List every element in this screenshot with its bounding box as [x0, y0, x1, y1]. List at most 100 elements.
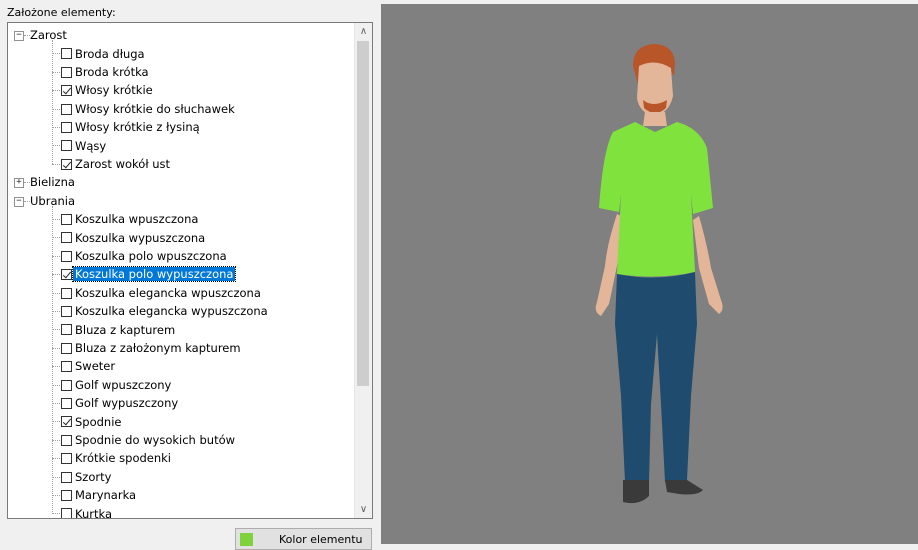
- avatar-neck: [643, 112, 667, 126]
- scrollbar-thumb[interactable]: [357, 41, 369, 386]
- tree-item-label: Włosy krótkie do słuchawek: [75, 101, 235, 116]
- tree-item[interactable]: Marynarka: [8, 486, 357, 505]
- tree-connector: [52, 219, 60, 220]
- tree-item-label: Spodnie: [75, 414, 122, 429]
- item-checkbox[interactable]: [61, 214, 72, 225]
- tree-connector: [52, 329, 60, 331]
- tree-item[interactable]: Bluza z kapturem: [8, 320, 357, 339]
- item-checkbox[interactable]: [61, 306, 72, 317]
- tree-item[interactable]: Włosy krótkie z łysiną: [8, 118, 357, 137]
- item-checkbox[interactable]: [61, 140, 72, 152]
- tree-item[interactable]: Koszulka polo wypuszczona: [8, 265, 357, 284]
- tree-category[interactable]: − Ubrania: [8, 192, 357, 211]
- tree-item[interactable]: Włosy krótkie: [8, 81, 357, 100]
- tree-connector: [52, 384, 60, 386]
- item-checkbox[interactable]: [61, 85, 72, 97]
- vertical-scrollbar[interactable]: ∧ ∨: [354, 23, 372, 518]
- tree-item[interactable]: Włosy krótkie do słuchawek: [8, 100, 357, 119]
- item-checkbox[interactable]: [61, 453, 72, 465]
- item-checkbox[interactable]: [61, 103, 72, 115]
- avatar-right-shoe: [665, 480, 703, 495]
- item-checkbox[interactable]: [61, 490, 72, 501]
- item-checkbox[interactable]: [61, 398, 72, 409]
- tree-item[interactable]: Golf wpuszczony: [8, 376, 357, 395]
- item-checkbox[interactable]: [61, 342, 72, 354]
- plus-box-icon[interactable]: +: [14, 178, 24, 189]
- item-checkbox[interactable]: [61, 66, 72, 78]
- item-checkbox[interactable]: [61, 508, 72, 518]
- item-checkbox[interactable]: [61, 250, 72, 262]
- tree-item[interactable]: Szorty: [8, 468, 357, 487]
- tree-connector: [52, 366, 60, 368]
- tree-category[interactable]: − Zarost: [8, 26, 357, 45]
- tree-item-label: Koszulka elegancka wypuszczona: [75, 304, 268, 319]
- tree-item-label: Koszulka polo wpuszczona: [75, 249, 227, 264]
- tree-item-label: Szorty: [75, 469, 112, 484]
- tree-item-label: Krótkie spodenki: [75, 451, 171, 466]
- tree-item-label: Bluza z kapturem: [75, 322, 176, 337]
- item-checkbox[interactable]: [61, 416, 72, 428]
- tree-connector: [52, 90, 60, 92]
- item-checkbox[interactable]: [61, 269, 72, 281]
- item-checkbox[interactable]: [61, 324, 72, 336]
- item-checkbox[interactable]: [61, 158, 72, 170]
- item-checkbox[interactable]: [61, 361, 72, 373]
- scroll-down-icon[interactable]: ∨: [355, 501, 372, 518]
- avatar-right-arm: [693, 216, 723, 314]
- item-checkbox[interactable]: [61, 287, 72, 299]
- tree-item[interactable]: Spodnie: [8, 412, 357, 431]
- tree-category-label: Bielizna: [30, 175, 75, 190]
- tree-connector: [52, 71, 60, 73]
- item-checkbox[interactable]: [61, 434, 72, 446]
- tree-item-label: Golf wypuszczony: [75, 396, 179, 411]
- elements-tree-view[interactable]: − Zarost Broda długa Broda krótka Włosy krót…: [7, 22, 373, 519]
- tree-connector: [52, 495, 60, 496]
- tree-connector: [52, 513, 60, 515]
- tree-item[interactable]: Krótkie spodenki: [8, 449, 357, 468]
- tree-connector: [52, 274, 60, 276]
- tree-item-label: Golf wpuszczony: [75, 377, 172, 392]
- tree-item[interactable]: Koszulka wpuszczona: [8, 210, 357, 229]
- tree-item[interactable]: Spodnie do wysokich butów: [8, 431, 357, 450]
- minus-box-icon[interactable]: −: [14, 31, 24, 41]
- 3d-viewport[interactable]: [381, 4, 918, 544]
- elements-panel-label: Założone elementy:: [7, 6, 116, 19]
- tree-connector: [52, 145, 60, 147]
- tree-category[interactable]: + Bielizna: [8, 173, 357, 192]
- item-checkbox[interactable]: [61, 471, 72, 483]
- tree-connector: [52, 237, 60, 239]
- item-checkbox[interactable]: [61, 232, 72, 244]
- tree-connector: [52, 403, 60, 404]
- tree-item-label: Kurtka: [75, 506, 112, 518]
- tree-item-label: Koszulka elegancka wpuszczona: [75, 285, 261, 300]
- tree-item-label: Spodnie do wysokich butów: [75, 433, 236, 448]
- item-checkbox[interactable]: [61, 379, 72, 391]
- tree-item[interactable]: Sweter: [8, 357, 357, 376]
- tree-item[interactable]: Wąsy: [8, 136, 357, 155]
- item-checkbox[interactable]: [61, 48, 72, 60]
- tree-item-label: Koszulka polo wypuszczona: [71, 266, 237, 283]
- tree-item[interactable]: Koszulka wypuszczona: [8, 228, 357, 247]
- tree-item-label: Broda długa: [75, 46, 145, 61]
- tree-item[interactable]: Koszulka elegancka wpuszczona: [8, 284, 357, 303]
- minus-box-icon[interactable]: −: [14, 196, 24, 207]
- scroll-up-icon[interactable]: ∧: [355, 23, 372, 40]
- tree-item-label: Bluza z założonym kapturem: [75, 341, 241, 356]
- tree-item[interactable]: Broda krótka: [8, 63, 357, 82]
- tree-item[interactable]: Broda długa: [8, 44, 357, 63]
- tree-item[interactable]: Koszulka elegancka wypuszczona: [8, 302, 357, 321]
- tree-item[interactable]: Koszulka polo wpuszczona: [8, 247, 357, 266]
- element-color-button[interactable]: Kolor elementu: [235, 528, 372, 550]
- tree-item[interactable]: Bluza z założonym kapturem: [8, 339, 357, 358]
- tree-item-label: Zarost wokół ust: [75, 157, 171, 172]
- tree-item-label: Koszulka wypuszczona: [75, 230, 206, 245]
- tree-item[interactable]: Golf wypuszczony: [8, 394, 357, 413]
- item-checkbox[interactable]: [61, 122, 72, 133]
- tree-connector: [52, 163, 60, 165]
- tree-item-label: Włosy krótkie z łysiną: [75, 120, 200, 135]
- tree-connector: [52, 347, 60, 349]
- tree-connector: [52, 292, 60, 294]
- avatar-figure: [595, 44, 723, 504]
- tree-item[interactable]: Zarost wokół ust: [8, 155, 357, 174]
- tree-item[interactable]: Kurtka: [8, 504, 357, 518]
